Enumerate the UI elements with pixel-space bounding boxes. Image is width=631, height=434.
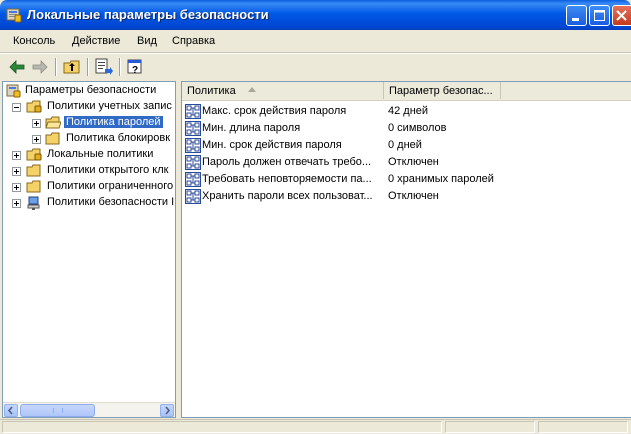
minimize-button[interactable] xyxy=(566,5,587,26)
list-item[interactable]: Мин. длина пароля 0 символов xyxy=(182,120,631,137)
expand-icon[interactable] xyxy=(12,183,21,192)
policy-name: Макс. срок действия пароля xyxy=(202,105,347,117)
close-icon xyxy=(616,10,627,21)
arrow-right-icon xyxy=(165,406,171,415)
up-level-icon[interactable] xyxy=(62,57,82,77)
policy-name: Мин. срок действия пароля xyxy=(202,139,342,151)
list-header: Политика Параметр безопас... xyxy=(182,82,631,101)
policy-setting-icon xyxy=(185,172,201,187)
list-item[interactable]: Требовать неповторяемости па... 0 храним… xyxy=(182,171,631,188)
expand-icon[interactable] xyxy=(12,151,21,160)
collapse-icon[interactable] xyxy=(12,103,21,112)
scroll-right-button[interactable] xyxy=(160,404,174,417)
policy-setting-icon xyxy=(185,104,201,119)
maximize-button[interactable] xyxy=(589,5,610,26)
tree-item-label: Политики безопасности I xyxy=(47,196,175,208)
tree-item-restriction-policies[interactable]: Политики ограниченного xyxy=(3,179,175,195)
policy-setting-icon xyxy=(185,121,201,136)
title-bar[interactable]: Локальные параметры безопасности xyxy=(0,0,631,30)
folder-icon xyxy=(26,180,41,193)
tree-item-password-policy[interactable]: Политика паролей xyxy=(3,115,175,131)
policy-value: Отключен xyxy=(388,156,439,168)
scroll-grip xyxy=(53,408,63,413)
column-header-label: Политика xyxy=(187,85,236,97)
tree-item-label: Политики открытого клк xyxy=(47,164,169,176)
scroll-left-button[interactable] xyxy=(4,404,18,417)
expand-icon[interactable] xyxy=(32,119,41,128)
svg-text:?: ? xyxy=(132,65,138,76)
policy-name: Пароль должен отвечать требо... xyxy=(202,156,372,168)
close-button[interactable] xyxy=(612,5,631,26)
list-item[interactable]: Мин. срок действия пароля 0 дней xyxy=(182,137,631,154)
list-item[interactable]: Макс. срок действия пароля 42 дней xyxy=(182,103,631,120)
policy-name: Мин. длина пароля xyxy=(202,122,301,134)
tree-item-label: Локальные политики xyxy=(47,148,154,160)
tree-item-account-policies[interactable]: Политики учетных запис xyxy=(3,99,175,115)
menu-view[interactable]: Вид xyxy=(137,35,157,47)
policy-setting-icon xyxy=(185,138,201,153)
status-panel xyxy=(538,421,628,433)
security-settings-icon xyxy=(6,8,22,23)
menu-console[interactable]: Консоль xyxy=(13,35,55,47)
security-settings-icon xyxy=(6,84,21,98)
menu-help[interactable]: Справка xyxy=(172,35,215,47)
help-icon[interactable]: ? xyxy=(125,57,145,77)
menu-bar: Консоль Действие Вид Справка xyxy=(0,30,631,53)
window-title: Локальные параметры безопасности xyxy=(27,7,269,22)
expand-icon[interactable] xyxy=(12,167,21,176)
maximize-icon xyxy=(594,10,605,21)
column-header-setting[interactable]: Параметр безопас... xyxy=(384,82,501,99)
folder-lock-icon xyxy=(26,100,42,113)
folder-lock-icon xyxy=(26,148,42,161)
tree-item-label: Политика паролей xyxy=(64,116,163,128)
tree-item-label: Политики учетных запис xyxy=(47,100,172,112)
column-header-label: Параметр безопас... xyxy=(389,85,493,97)
arrow-left-icon xyxy=(7,406,13,415)
status-panel xyxy=(445,421,535,433)
export-list-icon[interactable] xyxy=(94,57,114,77)
tree-item-lockout-policy[interactable]: Политика блокировк xyxy=(3,131,175,147)
minimize-icon xyxy=(572,18,579,21)
policy-value: 0 символов xyxy=(388,122,447,134)
column-header-policy[interactable]: Политика xyxy=(182,82,384,99)
menu-action[interactable]: Действие xyxy=(72,35,120,47)
tree-item-local-policies[interactable]: Локальные политики xyxy=(3,147,175,163)
status-bar xyxy=(0,419,631,434)
expand-icon[interactable] xyxy=(12,199,21,208)
policy-value: 0 хранимых паролей xyxy=(388,173,494,185)
tree-root-label: Параметры безопасности xyxy=(25,84,157,96)
list-item[interactable]: Хранить пароли всех пользоват... Отключе… xyxy=(182,188,631,205)
policy-setting-icon xyxy=(185,189,201,204)
scroll-thumb[interactable] xyxy=(20,404,95,417)
console-tree[interactable]: Параметры безопасности Политики учетных … xyxy=(2,81,176,418)
tree-item-public-key-policies[interactable]: Политики открытого клк xyxy=(3,163,175,179)
toolbar-separator xyxy=(55,58,57,76)
toolbar-separator xyxy=(119,58,121,76)
policy-name: Требовать неповторяемости па... xyxy=(202,173,372,185)
tree-horizontal-scrollbar[interactable] xyxy=(3,402,175,417)
tree-item-ip-security-policies[interactable]: Политики безопасности I xyxy=(3,195,175,211)
tree-item-label: Политика блокировк xyxy=(66,132,171,144)
details-list[interactable]: Политика Параметр безопас... Макс. срок … xyxy=(181,81,631,418)
sort-ascending-icon xyxy=(248,87,256,92)
tree-item-label: Политики ограниченного xyxy=(47,180,174,192)
folder-icon xyxy=(45,132,60,145)
status-panel xyxy=(2,421,442,433)
folder-open-icon xyxy=(45,116,61,129)
list-item[interactable]: Пароль должен отвечать требо... Отключен xyxy=(182,154,631,171)
policy-name: Хранить пароли всех пользоват... xyxy=(202,190,373,202)
forward-icon[interactable] xyxy=(30,57,50,77)
policy-value: 42 дней xyxy=(388,105,429,117)
expand-icon[interactable] xyxy=(32,135,41,144)
toolbar: ? xyxy=(0,53,631,80)
policy-value: 0 дней xyxy=(388,139,422,151)
toolbar-separator xyxy=(87,58,89,76)
policy-setting-icon xyxy=(185,155,201,170)
folder-icon xyxy=(26,164,41,177)
back-icon[interactable] xyxy=(7,57,27,77)
network-computer-icon xyxy=(27,196,40,210)
policy-value: Отключен xyxy=(388,190,439,202)
tree-root[interactable]: Параметры безопасности xyxy=(3,83,175,99)
